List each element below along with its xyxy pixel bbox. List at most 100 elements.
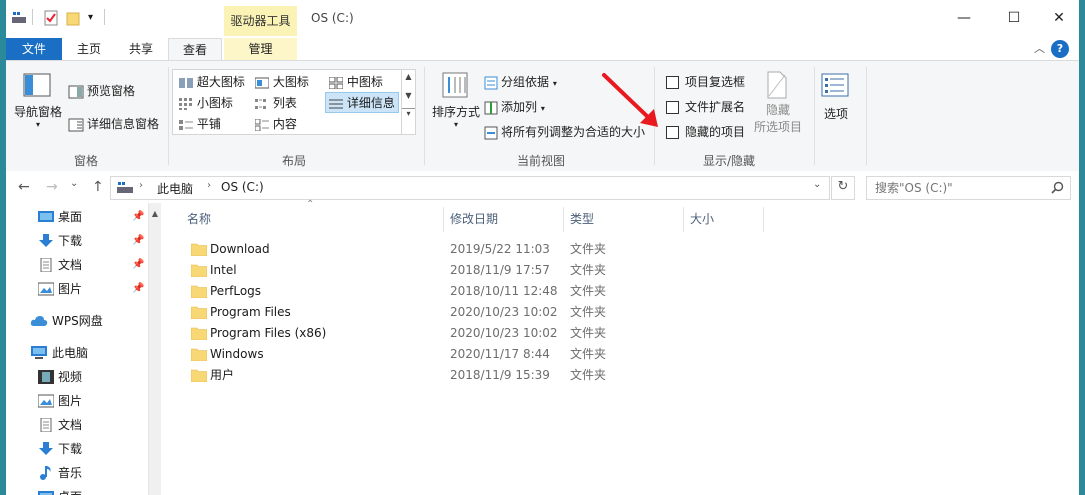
recent-locations-button[interactable]: ⌄ [70, 178, 78, 189]
video-icon [38, 370, 54, 384]
tab-view[interactable]: 查看 [168, 38, 222, 61]
layout-small-icons[interactable]: 小图标 [179, 94, 233, 111]
layout-label: 内容 [272, 117, 297, 131]
preview-pane-icon [68, 85, 84, 98]
checkbox[interactable] [666, 76, 679, 89]
customize-toolbar-icon[interactable]: ▾ [88, 12, 93, 23]
hidden-items-toggle[interactable]: 隐藏的项目 [666, 123, 745, 140]
layout-tiles[interactable]: 平铺 [179, 115, 221, 132]
table-row[interactable]: Windows 2020/11/17 8:44 文件夹 [181, 344, 781, 365]
pin-icon[interactable]: 📌 [132, 230, 144, 252]
details-pane-button[interactable]: 详细信息窗格 [68, 115, 159, 132]
nav-pane-scrollbar[interactable]: ▲ [148, 203, 161, 495]
column-header-name[interactable]: 名称 [181, 207, 444, 232]
download-icon [39, 442, 53, 455]
forward-button[interactable]: → [46, 179, 58, 195]
back-button[interactable]: ← [18, 179, 30, 195]
pin-icon[interactable]: 📌 [132, 206, 144, 228]
layout-gallery-scroller[interactable]: ▲ ▼ ▾ [401, 70, 415, 134]
sort-by-button[interactable]: 排序方式 ▾ [426, 71, 486, 129]
breadcrumb-this-pc[interactable]: 此电脑 [157, 180, 193, 197]
maximize-button[interactable]: ☐ [991, 0, 1037, 38]
group-by-button[interactable]: 分组依据 ▾ [484, 73, 557, 90]
item-checkboxes-toggle[interactable]: 项目复选框 [666, 73, 745, 90]
address-row: ← → ⌄ ↑ › 此电脑 › OS (C:) ⌄ ↻ [6, 171, 1079, 203]
add-column-button[interactable]: 添加列 ▾ [484, 98, 545, 115]
navigation-pane-button[interactable]: 导航窗格 ▾ [12, 73, 64, 129]
options-icon [821, 73, 848, 97]
layout-large-icons[interactable]: 大图标 [255, 73, 309, 90]
title-bar: ▾ 驱动器工具 OS (C:) — ☐ ✕ [6, 0, 1079, 38]
folder-icon [191, 327, 207, 340]
help-button[interactable]: ? [1051, 40, 1069, 58]
scroll-up-icon[interactable]: ▲ [149, 209, 161, 218]
expand-gallery-icon[interactable]: ▾ [402, 108, 415, 118]
refresh-button[interactable]: ↻ [831, 176, 855, 200]
picture-icon [38, 394, 54, 408]
table-row[interactable]: Program Files 2020/10/23 10:02 文件夹 [181, 302, 781, 323]
search-input[interactable] [873, 179, 1047, 197]
tab-file[interactable]: 文件 [6, 38, 62, 60]
search-box[interactable] [866, 176, 1071, 200]
table-row[interactable]: Download 2019/5/22 11:03 文件夹 [181, 239, 781, 260]
new-folder-icon[interactable] [66, 10, 80, 26]
breadcrumb-separator[interactable]: › [207, 180, 211, 191]
column-header-modified[interactable]: 修改日期 [444, 207, 564, 232]
address-dropdown-icon[interactable]: ⌄ [813, 179, 821, 190]
search-icon[interactable] [1051, 181, 1064, 194]
layout-list[interactable]: 列表 [255, 94, 297, 111]
checkbox[interactable] [666, 101, 679, 114]
hide-selected-items-button[interactable]: 隐藏 所选项目 [750, 71, 806, 135]
nav-label: 视频 [58, 370, 83, 384]
table-row[interactable]: PerfLogs 2018/10/11 12:48 文件夹 [181, 281, 781, 302]
nav-label: 桌面 [58, 486, 82, 495]
preview-pane-button[interactable]: 预览窗格 [68, 82, 135, 99]
column-header-type[interactable]: 类型 [564, 207, 684, 232]
layout-content[interactable]: 内容 [255, 115, 297, 132]
collapse-ribbon-button[interactable]: ︿ [1034, 40, 1045, 56]
layout-extra-large-icons[interactable]: 超大图标 [179, 73, 245, 90]
checkbox[interactable] [666, 126, 679, 139]
minimize-button[interactable]: — [941, 0, 987, 38]
layout-details[interactable]: 详细信息 [325, 92, 399, 113]
nav-label: 音乐 [58, 466, 83, 480]
hide-selected-label-line2: 所选项目 [753, 120, 802, 134]
properties-icon[interactable] [44, 10, 58, 26]
pin-icon[interactable]: 📌 [132, 278, 144, 300]
layout-medium-icons[interactable]: 中图标 [329, 73, 383, 90]
scroll-down-icon[interactable]: ▼ [402, 91, 415, 100]
address-bar[interactable]: › 此电脑 › OS (C:) ⌄ [110, 176, 830, 200]
file-name: 用户 [210, 368, 235, 382]
tab-share[interactable]: 共享 [116, 38, 166, 60]
layout-label: 小图标 [196, 96, 233, 110]
table-row[interactable]: Program Files (x86) 2020/10/23 10:02 文件夹 [181, 323, 781, 344]
table-row[interactable]: 用户 2018/11/9 15:39 文件夹 [181, 365, 781, 386]
small-icons-icon [179, 97, 192, 110]
file-type: 文件夹 [570, 368, 607, 382]
column-header-size[interactable]: 大小 [684, 207, 764, 232]
options-button[interactable]: 选项 [818, 73, 854, 122]
drive-icon[interactable] [12, 10, 26, 24]
file-type: 文件夹 [570, 326, 607, 340]
annotation-arrow-icon [602, 73, 658, 127]
tab-home[interactable]: 主页 [64, 38, 114, 60]
pin-icon[interactable]: 📌 [132, 254, 144, 276]
up-button[interactable]: ↑ [92, 179, 104, 195]
layout-group-label: 布局 [281, 154, 306, 168]
tab-manage[interactable]: 管理 [224, 38, 297, 60]
file-extensions-toggle[interactable]: 文件扩展名 [666, 98, 745, 115]
group-divider [424, 67, 425, 165]
desktop-icon [38, 211, 54, 222]
close-button[interactable]: ✕ [1036, 0, 1079, 38]
nav-label: 图片 [58, 282, 83, 296]
breadcrumb-separator[interactable]: › [139, 180, 143, 191]
show-hide-group-label: 显示/隐藏 [702, 154, 756, 168]
file-name: Windows [210, 347, 264, 361]
scroll-up-icon[interactable]: ▲ [402, 72, 415, 81]
table-row[interactable]: Intel 2018/11/9 17:57 文件夹 [181, 260, 781, 281]
file-date: 2019/5/22 11:03 [450, 242, 550, 256]
file-name: Download [210, 242, 270, 256]
layout-label: 中图标 [346, 75, 383, 89]
hidden-items-label: 隐藏的项目 [685, 125, 746, 139]
breadcrumb-os-c[interactable]: OS (C:) [221, 180, 264, 194]
